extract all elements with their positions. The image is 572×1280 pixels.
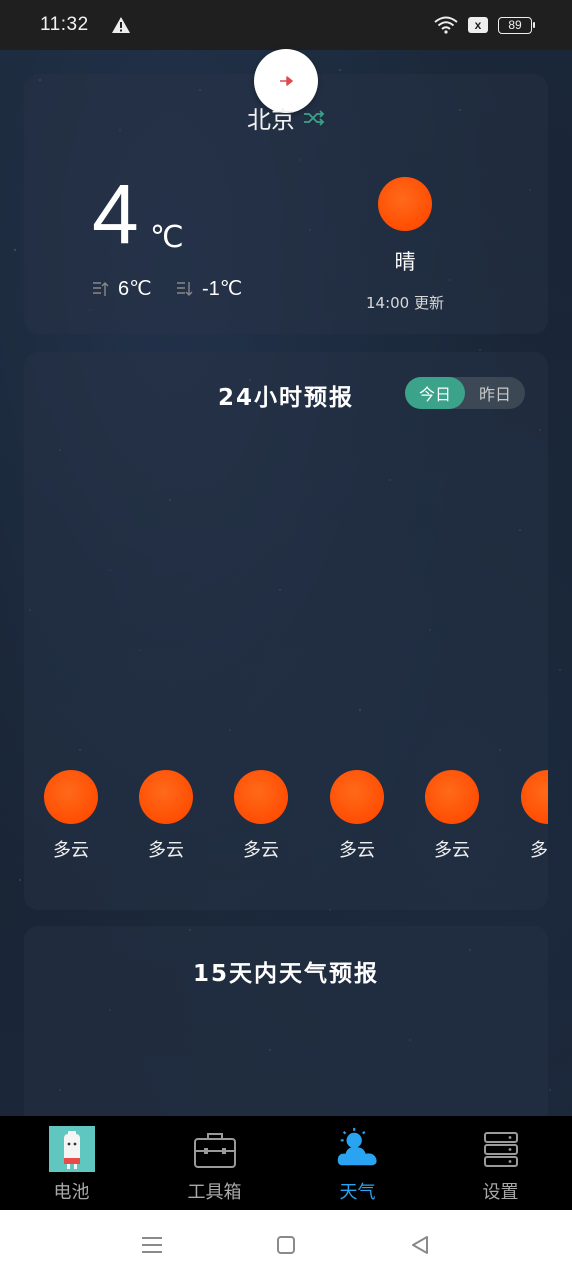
tab-settings[interactable]: 设置 [429,1116,572,1210]
current-condition: 晴 [394,250,416,274]
sun-icon [234,770,288,824]
low-temp-value: -1℃ [202,278,243,300]
battery-indicator: 89 [498,16,535,34]
back-nav-button[interactable] [408,1233,432,1257]
hourly-condition: 多云 [53,840,89,861]
sunny-icon [378,177,432,231]
hourly-item: 多云 [327,770,387,862]
low-temp-icon [177,281,193,296]
current-temperature: 4 [92,167,139,261]
hourly-condition: 多云 [243,840,279,861]
hourly-item: 多云 [231,770,291,862]
tab-battery[interactable]: 电池 [0,1116,143,1210]
tab-label-battery: 电池 [53,1182,90,1203]
tab-label-settings: 设置 [482,1182,519,1203]
temperature-unit: ℃ [150,221,184,254]
toggle-yesterday[interactable]: 昨日 [465,377,525,409]
menu-icon [142,1237,162,1253]
sun-icon [44,770,98,824]
toolbox-icon [192,1126,238,1172]
hourly-item: 多云 [41,770,101,862]
system-nav-bar [0,1210,572,1280]
day-toggle[interactable]: 今日 昨日 [405,377,525,409]
hourly-condition: 多云 [148,840,184,861]
sun-icon [139,770,193,824]
status-time: 11:32 [40,14,89,35]
weather-icon [335,1126,381,1172]
update-time: 14:00 更新 [366,294,444,312]
sun-icon [330,770,384,824]
sun-icon [521,770,548,824]
hourly-condition: 多云 [339,840,375,861]
daily-forecast-title: 15天内天气预报 [192,961,379,987]
status-bar: 11:32 x 89 [0,0,572,50]
tab-label-toolbox: 工具箱 [187,1182,242,1203]
alert-icon [111,17,130,33]
toggle-today[interactable]: 今日 [405,377,465,409]
hourly-condition: 多云 [530,840,548,861]
tab-toolbox[interactable]: 工具箱 [143,1116,286,1210]
low-temperature: -1℃ [176,276,242,301]
hourly-condition: 多云 [434,840,470,861]
high-temp-icon [93,281,109,296]
home-icon [277,1236,295,1254]
wifi-icon [434,16,458,34]
sim-off-icon: x [468,17,488,33]
high-temp-value: 6℃ [118,278,152,300]
menu-nav-button[interactable] [140,1233,164,1257]
battery-icon [48,1126,95,1172]
arrow-right-icon [280,76,293,86]
city-name[interactable]: 北京 [247,100,295,135]
back-icon [412,1236,428,1254]
shuffle-icon[interactable] [303,109,325,126]
tab-weather[interactable]: 天气 [286,1116,429,1210]
hourly-item: 多云 [518,770,548,862]
home-nav-button[interactable] [274,1233,298,1257]
high-temperature: 6℃ [92,276,152,301]
hourly-item: 多云 [136,770,196,862]
server-icon [478,1126,524,1172]
hourly-item: 多云 [422,770,482,862]
sun-icon [425,770,479,824]
tab-label-weather: 天气 [339,1182,376,1203]
city-row: 北京 [0,100,572,135]
hourly-strip[interactable]: 多云 多云 多云 多云 多云 多云 [24,770,548,865]
bottom-tab-bar: 电池 工具箱 天气 设置 [0,1116,572,1210]
